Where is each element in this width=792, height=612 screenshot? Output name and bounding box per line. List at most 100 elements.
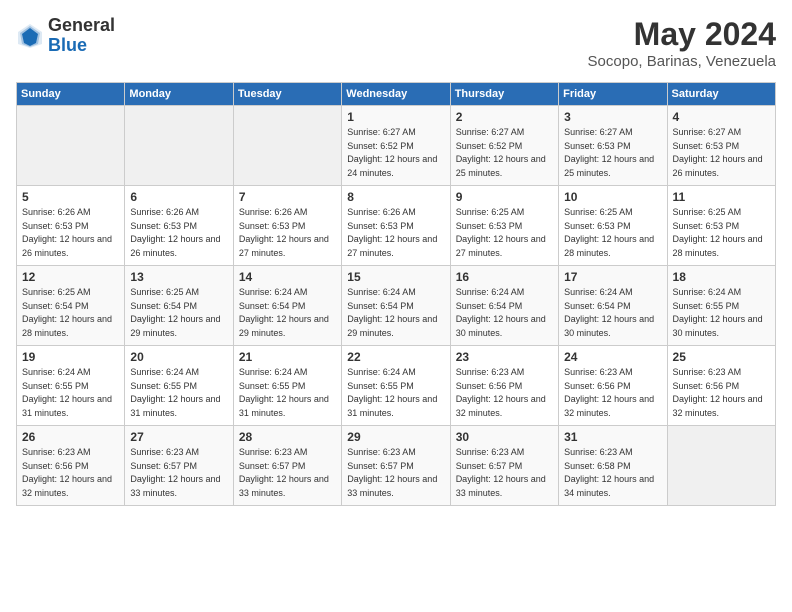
day-number: 28 xyxy=(239,430,336,444)
day-info: Sunrise: 6:24 AM Sunset: 6:54 PM Dayligh… xyxy=(239,286,336,340)
calendar-cell: 3 Sunrise: 6:27 AM Sunset: 6:53 PM Daylig… xyxy=(559,106,667,186)
calendar-cell xyxy=(233,106,341,186)
calendar-cell: 17Sunrise: 6:24 AM Sunset: 6:54 PM Dayli… xyxy=(559,266,667,346)
day-info: Sunrise: 6:27 AM Sunset: 6:53 PM Dayligh… xyxy=(673,126,770,180)
calendar-cell: 27Sunrise: 6:23 AM Sunset: 6:57 PM Dayli… xyxy=(125,426,233,506)
day-number: 14 xyxy=(239,270,336,284)
day-number: 15 xyxy=(347,270,444,284)
day-info: Sunrise: 6:23 AM Sunset: 6:57 PM Dayligh… xyxy=(347,446,444,500)
calendar-cell: 5 Sunrise: 6:26 AM Sunset: 6:53 PM Daylig… xyxy=(17,186,125,266)
day-number: 12 xyxy=(22,270,119,284)
calendar-cell: 26 Sunrise: 6:23 AM Sunset: 6:56 PM Dayli… xyxy=(17,426,125,506)
calendar-cell: 25Sunrise: 6:23 AM Sunset: 6:56 PM Dayli… xyxy=(667,346,775,426)
page-header: General Blue May 2024 Socopo, Barinas, V… xyxy=(16,16,776,70)
calendar-cell xyxy=(667,426,775,506)
day-number: 25 xyxy=(673,350,770,364)
day-info: Sunrise: 6:25 AM Sunset: 6:53 PM Dayligh… xyxy=(456,206,553,260)
day-info: Sunrise: 6:23 AM Sunset: 6:57 PM Dayligh… xyxy=(456,446,553,500)
calendar-cell: 15 Sunrise: 6:24 AM Sunset: 6:54 PM Dayli… xyxy=(342,266,450,346)
calendar-cell: 16 Sunrise: 6:24 AM Sunset: 6:54 PM Dayli… xyxy=(450,266,558,346)
calendar-cell xyxy=(125,106,233,186)
day-number: 3 xyxy=(564,110,661,124)
day-number: 16 xyxy=(456,270,553,284)
day-info: Sunrise: 6:23 AM Sunset: 6:57 PM Dayligh… xyxy=(239,446,336,500)
day-number: 24 xyxy=(564,350,661,364)
calendar-cell: 7 Sunrise: 6:26 AM Sunset: 6:53 PM Daylig… xyxy=(233,186,341,266)
calendar-cell: 4 Sunrise: 6:27 AM Sunset: 6:53 PM Daylig… xyxy=(667,106,775,186)
day-info: Sunrise: 6:24 AM Sunset: 6:54 PM Dayligh… xyxy=(347,286,444,340)
header-tuesday: Tuesday xyxy=(233,83,341,106)
day-number: 4 xyxy=(673,110,770,124)
calendar-cell: 8Sunrise: 6:26 AM Sunset: 6:53 PM Daylig… xyxy=(342,186,450,266)
calendar-cell: 13 Sunrise: 6:25 AM Sunset: 6:54 PM Dayli… xyxy=(125,266,233,346)
calendar-cell: 19 Sunrise: 6:24 AM Sunset: 6:55 PM Dayli… xyxy=(17,346,125,426)
day-info: Sunrise: 6:24 AM Sunset: 6:54 PM Dayligh… xyxy=(564,286,661,340)
day-number: 1 xyxy=(347,110,444,124)
day-number: 30 xyxy=(456,430,553,444)
day-info: Sunrise: 6:26 AM Sunset: 6:53 PM Dayligh… xyxy=(130,206,227,260)
day-number: 11 xyxy=(673,190,770,204)
calendar-cell: 28 Sunrise: 6:23 AM Sunset: 6:57 PM Dayli… xyxy=(233,426,341,506)
calendar-cell: 12 Sunrise: 6:25 AM Sunset: 6:54 PM Dayli… xyxy=(17,266,125,346)
day-number: 19 xyxy=(22,350,119,364)
calendar-cell: 6 Sunrise: 6:26 AM Sunset: 6:53 PM Daylig… xyxy=(125,186,233,266)
day-info: Sunrise: 6:26 AM Sunset: 6:53 PM Dayligh… xyxy=(22,206,119,260)
day-number: 13 xyxy=(130,270,227,284)
logo-general: General xyxy=(48,16,115,36)
header-sunday: Sunday xyxy=(17,83,125,106)
calendar-table: SundayMondayTuesdayWednesdayThursdayFrid… xyxy=(16,82,776,506)
calendar-cell: 11 Sunrise: 6:25 AM Sunset: 6:53 PM Dayli… xyxy=(667,186,775,266)
week-row-3: 12 Sunrise: 6:25 AM Sunset: 6:54 PM Dayli… xyxy=(17,266,776,346)
location: Socopo, Barinas, Venezuela xyxy=(588,53,776,70)
day-info: Sunrise: 6:24 AM Sunset: 6:55 PM Dayligh… xyxy=(22,366,119,420)
month-title: May 2024 xyxy=(588,16,776,53)
calendar-cell: 20 Sunrise: 6:24 AM Sunset: 6:55 PM Dayli… xyxy=(125,346,233,426)
logo-icon xyxy=(16,22,44,50)
day-info: Sunrise: 6:27 AM Sunset: 6:52 PM Dayligh… xyxy=(347,126,444,180)
day-number: 7 xyxy=(239,190,336,204)
day-number: 9 xyxy=(456,190,553,204)
day-info: Sunrise: 6:26 AM Sunset: 6:53 PM Dayligh… xyxy=(239,206,336,260)
calendar-cell: 24 Sunrise: 6:23 AM Sunset: 6:56 PM Dayli… xyxy=(559,346,667,426)
day-number: 26 xyxy=(22,430,119,444)
calendar-cell: 1 Sunrise: 6:27 AM Sunset: 6:52 PM Daylig… xyxy=(342,106,450,186)
day-info: Sunrise: 6:25 AM Sunset: 6:53 PM Dayligh… xyxy=(564,206,661,260)
day-number: 20 xyxy=(130,350,227,364)
calendar-cell: 10 Sunrise: 6:25 AM Sunset: 6:53 PM Dayli… xyxy=(559,186,667,266)
calendar-cell: 21Sunrise: 6:24 AM Sunset: 6:55 PM Dayli… xyxy=(233,346,341,426)
calendar-cell: 30 Sunrise: 6:23 AM Sunset: 6:57 PM Dayli… xyxy=(450,426,558,506)
week-row-1: 1 Sunrise: 6:27 AM Sunset: 6:52 PM Daylig… xyxy=(17,106,776,186)
day-number: 6 xyxy=(130,190,227,204)
calendar-cell: 31Sunrise: 6:23 AM Sunset: 6:58 PM Dayli… xyxy=(559,426,667,506)
day-info: Sunrise: 6:25 AM Sunset: 6:54 PM Dayligh… xyxy=(22,286,119,340)
header-thursday: Thursday xyxy=(450,83,558,106)
logo-blue: Blue xyxy=(48,36,115,56)
calendar-cell xyxy=(17,106,125,186)
day-info: Sunrise: 6:24 AM Sunset: 6:55 PM Dayligh… xyxy=(673,286,770,340)
day-info: Sunrise: 6:24 AM Sunset: 6:55 PM Dayligh… xyxy=(347,366,444,420)
day-info: Sunrise: 6:23 AM Sunset: 6:56 PM Dayligh… xyxy=(456,366,553,420)
title-block: May 2024 Socopo, Barinas, Venezuela xyxy=(588,16,776,70)
day-number: 31 xyxy=(564,430,661,444)
calendar-cell: 9 Sunrise: 6:25 AM Sunset: 6:53 PM Daylig… xyxy=(450,186,558,266)
day-info: Sunrise: 6:27 AM Sunset: 6:52 PM Dayligh… xyxy=(456,126,553,180)
day-info: Sunrise: 6:24 AM Sunset: 6:54 PM Dayligh… xyxy=(456,286,553,340)
header-saturday: Saturday xyxy=(667,83,775,106)
day-info: Sunrise: 6:23 AM Sunset: 6:56 PM Dayligh… xyxy=(564,366,661,420)
calendar-cell: 29Sunrise: 6:23 AM Sunset: 6:57 PM Dayli… xyxy=(342,426,450,506)
day-info: Sunrise: 6:23 AM Sunset: 6:57 PM Dayligh… xyxy=(130,446,227,500)
logo-text: General Blue xyxy=(48,16,115,56)
day-info: Sunrise: 6:25 AM Sunset: 6:54 PM Dayligh… xyxy=(130,286,227,340)
header-friday: Friday xyxy=(559,83,667,106)
day-number: 23 xyxy=(456,350,553,364)
day-number: 10 xyxy=(564,190,661,204)
day-number: 5 xyxy=(22,190,119,204)
day-info: Sunrise: 6:24 AM Sunset: 6:55 PM Dayligh… xyxy=(130,366,227,420)
logo: General Blue xyxy=(16,16,115,56)
day-info: Sunrise: 6:23 AM Sunset: 6:56 PM Dayligh… xyxy=(22,446,119,500)
day-number: 18 xyxy=(673,270,770,284)
day-info: Sunrise: 6:27 AM Sunset: 6:53 PM Dayligh… xyxy=(564,126,661,180)
day-info: Sunrise: 6:25 AM Sunset: 6:53 PM Dayligh… xyxy=(673,206,770,260)
day-info: Sunrise: 6:24 AM Sunset: 6:55 PM Dayligh… xyxy=(239,366,336,420)
day-info: Sunrise: 6:26 AM Sunset: 6:53 PM Dayligh… xyxy=(347,206,444,260)
